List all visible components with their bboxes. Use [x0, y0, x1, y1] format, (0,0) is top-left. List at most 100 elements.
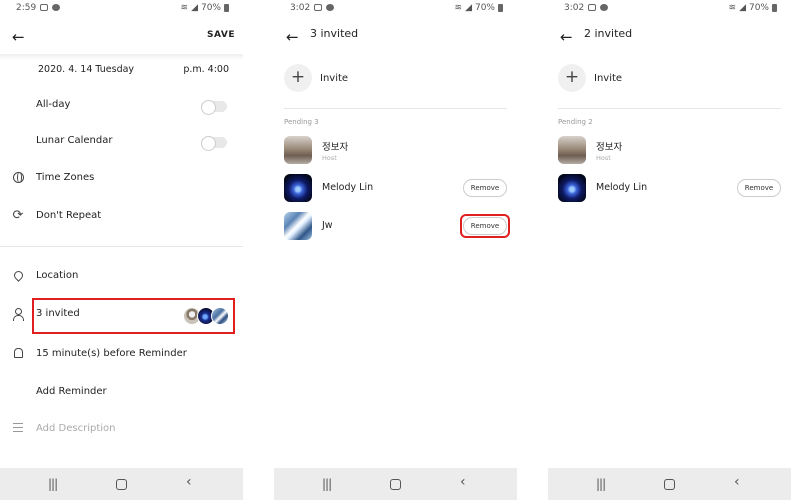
- member-name: Jw: [322, 220, 333, 231]
- event-edit-screen: 2:59 ≋ ◢ 70% ← SAVE 2020. 4. 14 Tuesday …: [0, 0, 243, 500]
- add-reminder-row[interactable]: Add Reminder: [0, 386, 243, 402]
- gallery-notification-icon: [588, 4, 596, 11]
- invite-button[interactable]: + Invite: [284, 64, 507, 96]
- status-bar: 3:02 ≋ ◢ 70%: [548, 0, 791, 16]
- time-zones-row[interactable]: Time Zones: [0, 172, 243, 188]
- status-time: 2:59: [16, 3, 37, 13]
- wifi-icon: ≋: [180, 3, 189, 13]
- battery-icon: [498, 4, 503, 12]
- signal-icon: ◢: [739, 3, 746, 13]
- message-notification-icon: [600, 4, 608, 11]
- battery-percent: 70%: [200, 3, 221, 13]
- status-bar: 2:59 ≋ ◢ 70%: [0, 0, 243, 16]
- plus-icon: +: [284, 64, 312, 92]
- nav-back-icon[interactable]: ‹: [460, 474, 466, 490]
- member-name: Melody Lin: [596, 182, 648, 193]
- page-title: 2 invited: [584, 27, 633, 40]
- battery-percent: 70%: [748, 3, 769, 13]
- add-reminder-label: Add Reminder: [36, 386, 107, 397]
- invite-label: Invite: [320, 73, 349, 84]
- message-notification-icon: [326, 4, 334, 11]
- system-nav-bar: ||| ‹: [274, 468, 517, 500]
- battery-icon: [772, 4, 777, 12]
- time-zones-label: Time Zones: [36, 172, 95, 183]
- invitees-screen: 3:02 ≋ ◢ 70% ← 3 invited + Invite Pendin…: [274, 0, 517, 500]
- recent-apps-icon[interactable]: |||: [596, 477, 606, 491]
- invitees-screen-updated: 3:02 ≋ ◢ 70% ← 2 invited + Invite Pendin…: [548, 0, 791, 500]
- member-name: Melody Lin: [322, 182, 374, 193]
- gallery-notification-icon: [40, 4, 48, 11]
- app-header: ← 3 invited: [274, 16, 517, 56]
- member-name: 정보자: [322, 142, 349, 153]
- description-icon: [12, 423, 24, 435]
- app-header: ← 2 invited: [548, 16, 791, 56]
- event-time[interactable]: p.m. 4:00: [183, 64, 229, 75]
- remove-highlight-box: [460, 214, 510, 238]
- status-time: 3:02: [564, 3, 585, 13]
- plus-icon: +: [558, 64, 586, 92]
- avatar: [284, 174, 312, 202]
- person-icon: [12, 308, 24, 321]
- back-arrow-icon[interactable]: ←: [560, 28, 573, 46]
- reminder-row[interactable]: 15 minute(s) before Reminder: [0, 348, 243, 364]
- list-item: Melody Lin Remove: [558, 174, 781, 204]
- gallery-notification-icon: [314, 4, 322, 11]
- invite-button[interactable]: + Invite: [558, 64, 781, 96]
- lunar-calendar-label: Lunar Calendar: [36, 135, 113, 146]
- globe-icon: [12, 172, 24, 184]
- location-row[interactable]: Location: [0, 269, 243, 286]
- save-button[interactable]: SAVE: [207, 30, 235, 40]
- event-date[interactable]: 2020. 4. 14 Tuesday: [38, 64, 134, 75]
- member-name: 정보자: [596, 142, 623, 153]
- remove-button[interactable]: Remove: [463, 179, 507, 197]
- description-row[interactable]: Add Description: [0, 423, 243, 439]
- back-arrow-icon[interactable]: ←: [286, 28, 299, 46]
- avatar: [558, 174, 586, 202]
- header-shadow: [0, 54, 243, 60]
- avatar: [211, 307, 229, 325]
- lunar-calendar-row[interactable]: Lunar Calendar: [0, 135, 243, 151]
- repeat-label: Don't Repeat: [36, 210, 102, 221]
- reminder-label: 15 minute(s) before Reminder: [36, 348, 187, 359]
- list-item: 정보자 Host: [284, 136, 507, 166]
- recent-apps-icon[interactable]: |||: [48, 477, 58, 491]
- wifi-icon: ≋: [454, 3, 463, 13]
- pending-count-label: Pending 3: [284, 118, 319, 126]
- back-arrow-icon[interactable]: ←: [12, 28, 25, 46]
- invitees-highlight-box: [32, 298, 235, 334]
- all-day-row[interactable]: All-day: [0, 99, 243, 115]
- location-pin-icon: [12, 269, 25, 282]
- all-day-label: All-day: [36, 99, 71, 110]
- repeat-row[interactable]: ⟳ Don't Repeat: [0, 208, 243, 226]
- page-title: 3 invited: [310, 27, 359, 40]
- nav-back-icon[interactable]: ‹: [734, 474, 740, 490]
- invitee-avatars: [183, 307, 229, 325]
- lunar-calendar-toggle[interactable]: [201, 136, 227, 151]
- wifi-icon: ≋: [728, 3, 737, 13]
- home-icon[interactable]: [116, 479, 127, 490]
- avatar: [284, 212, 312, 240]
- section-divider: [284, 108, 507, 109]
- recent-apps-icon[interactable]: |||: [322, 477, 332, 491]
- app-header: ← SAVE: [0, 16, 243, 56]
- section-divider: [558, 108, 781, 109]
- system-nav-bar: ||| ‹: [0, 468, 243, 500]
- avatar: [558, 136, 586, 164]
- status-bar: 3:02 ≋ ◢ 70%: [274, 0, 517, 16]
- nav-back-icon[interactable]: ‹: [186, 474, 192, 490]
- pending-count-label: Pending 2: [558, 118, 593, 126]
- member-role: Host: [322, 154, 337, 162]
- home-icon[interactable]: [664, 479, 675, 490]
- status-time: 3:02: [290, 3, 311, 13]
- repeat-icon: ⟳: [12, 208, 24, 223]
- bell-icon: [12, 348, 24, 360]
- all-day-toggle[interactable]: [201, 100, 227, 115]
- system-nav-bar: ||| ‹: [548, 468, 791, 500]
- signal-icon: ◢: [191, 3, 198, 13]
- signal-icon: ◢: [465, 3, 472, 13]
- member-role: Host: [596, 154, 611, 162]
- remove-button[interactable]: Remove: [737, 179, 781, 197]
- battery-percent: 70%: [474, 3, 495, 13]
- location-label: Location: [36, 270, 79, 281]
- home-icon[interactable]: [390, 479, 401, 490]
